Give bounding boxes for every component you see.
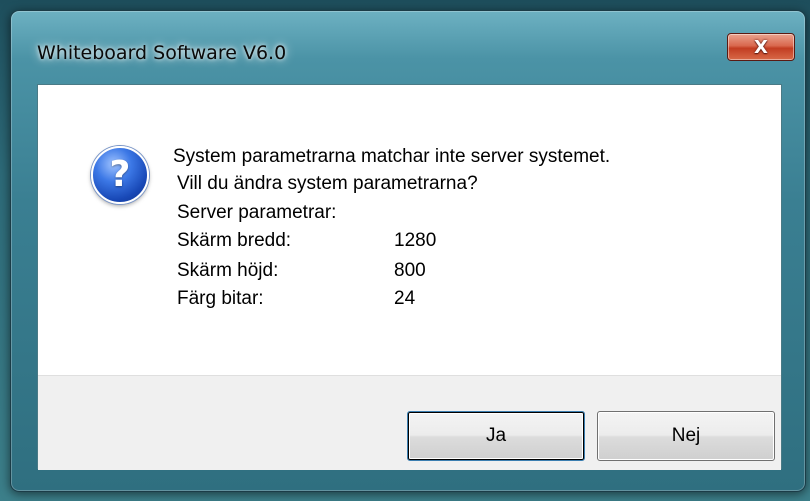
question-icon: ? xyxy=(91,146,149,204)
server-params-heading: Server parametrar: xyxy=(177,202,337,223)
no-button[interactable]: Nej xyxy=(597,411,775,461)
message-line-1: System parametrarna matchar inte server … xyxy=(173,146,611,167)
message-area: ? System parametrarna matchar inte serve… xyxy=(38,85,781,375)
yes-button[interactable]: Ja xyxy=(407,411,585,461)
param-label-width: Skärm bredd: xyxy=(177,230,292,251)
param-label-height: Skärm höjd: xyxy=(177,260,279,281)
close-button[interactable]: X xyxy=(727,33,795,61)
dialog-client-area: ? System parametrarna matchar inte serve… xyxy=(37,84,782,470)
close-icon: X xyxy=(754,36,768,58)
dialog-window: Whiteboard Software V6.0 X ? System para… xyxy=(10,10,806,492)
window-title: Whiteboard Software V6.0 xyxy=(37,42,287,64)
title-bar[interactable]: Whiteboard Software V6.0 X xyxy=(11,11,805,81)
message-line-2: Vill du ändra system parametrarna? xyxy=(177,173,478,194)
param-value-color-bits: 24 xyxy=(394,288,416,309)
param-value-height: 800 xyxy=(394,260,426,281)
param-value-width: 1280 xyxy=(394,230,437,251)
question-glyph: ? xyxy=(109,154,131,195)
param-label-color-bits: Färg bitar: xyxy=(177,288,264,309)
button-bar: Ja Nej xyxy=(38,375,781,470)
